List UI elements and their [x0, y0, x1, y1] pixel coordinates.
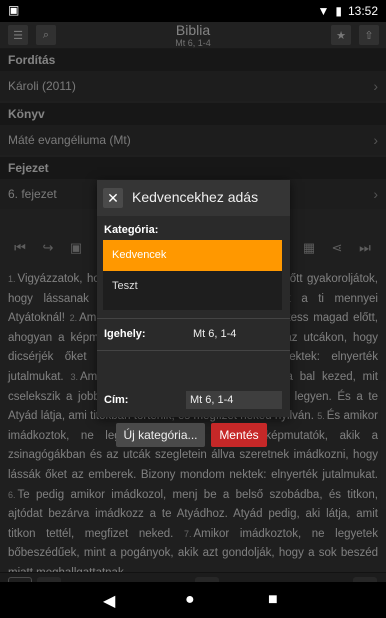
dialog-body: Kategória: Kedvencek Teszt Igehely: Mt 6… — [97, 216, 290, 447]
status-bar: ▣ ▼ ▮ 13:52 — [0, 0, 386, 22]
divider — [97, 318, 290, 319]
category-item-kedvencek[interactable]: Kedvencek — [103, 240, 282, 271]
system-nav-bar: ◀ ● ■ — [0, 582, 386, 618]
status-time: 13:52 — [347, 4, 378, 18]
new-category-button[interactable]: Új kategória... — [116, 423, 205, 447]
save-button[interactable]: Mentés — [211, 423, 267, 447]
recents-icon[interactable]: ■ — [268, 591, 278, 609]
add-favorite-dialog: ✕ Kedvencekhez adás Kategória: Kedvencek… — [97, 180, 290, 447]
dialog-header: ✕ Kedvencekhez adás — [97, 180, 290, 216]
category-list: Kedvencek Teszt — [103, 240, 282, 310]
close-icon[interactable]: ✕ — [103, 188, 123, 208]
verse-label: Igehely: — [104, 328, 146, 340]
verse-value: Mt 6, 1-4 — [193, 328, 237, 340]
battery-icon: ▮ — [335, 4, 342, 18]
category-item-teszt[interactable]: Teszt — [103, 271, 282, 302]
category-label: Kategória: — [104, 224, 159, 236]
title-label: Cím: — [104, 394, 129, 406]
home-icon[interactable]: ● — [185, 591, 195, 609]
dialog-title: Kedvencekhez adás — [132, 189, 259, 205]
divider — [97, 350, 290, 351]
notification-icon: ▣ — [8, 3, 20, 17]
title-input[interactable]: Mt 6, 1-4 — [186, 391, 282, 409]
wifi-icon: ▼ — [317, 4, 330, 18]
status-icons: ▼ ▮ 13:52 — [317, 4, 378, 18]
back-icon[interactable]: ◀ — [103, 591, 115, 611]
